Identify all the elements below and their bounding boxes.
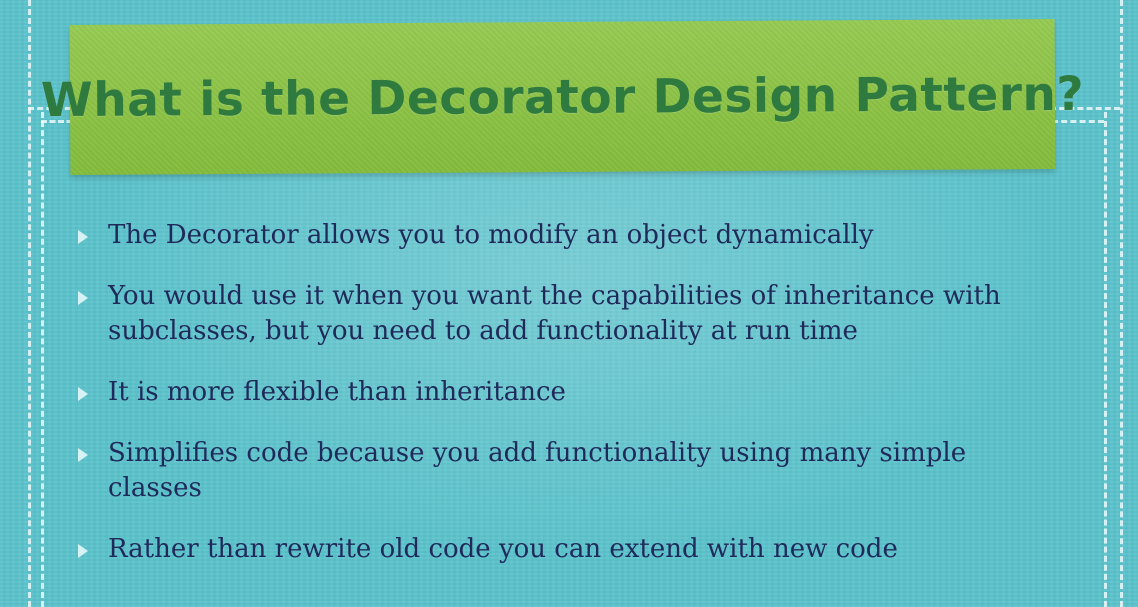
stitched-border-left-inner [41,112,44,607]
bullet-item: Rather than rewrite old code you can ext… [78,532,1078,567]
bullet-text: You would use it when you want the capab… [108,281,1001,346]
triangle-bullet-icon [78,544,88,558]
bullet-text: Simplifies code because you add function… [108,438,967,503]
triangle-bullet-icon [78,291,88,305]
bullet-item: Simplifies code because you add function… [78,436,1078,506]
bullet-list: The Decorator allows you to modify an ob… [78,218,1078,593]
stitched-border-right-inner [1104,112,1107,607]
triangle-bullet-icon [78,230,88,244]
stitched-border-left-outer [28,0,31,607]
bullet-text: It is more flexible than inheritance [108,377,566,407]
triangle-bullet-icon [78,448,88,462]
bullet-text: Rather than rewrite old code you can ext… [108,534,898,564]
bullet-item: The Decorator allows you to modify an ob… [78,218,1078,253]
slide-title: What is the Decorator Design Pattern? [40,66,1085,128]
stitched-border-right-outer [1120,0,1123,607]
bullet-text: The Decorator allows you to modify an ob… [108,220,874,250]
title-banner: What is the Decorator Design Pattern? [40,18,1085,176]
triangle-bullet-icon [78,387,88,401]
bullet-item: You would use it when you want the capab… [78,279,1078,349]
bullet-item: It is more flexible than inheritance [78,375,1078,410]
